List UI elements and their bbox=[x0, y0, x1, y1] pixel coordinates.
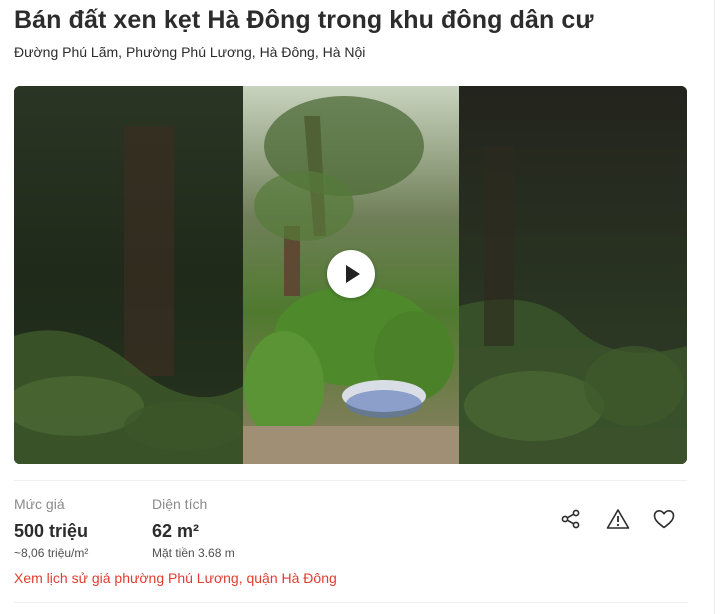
heart-icon bbox=[653, 510, 675, 529]
favorite-button[interactable] bbox=[651, 506, 677, 532]
price-history-link[interactable]: Xem lịch sử giá phường Phú Lương, quận H… bbox=[14, 570, 337, 586]
listing-title: Bán đất xen kẹt Hà Đông trong khu đông d… bbox=[14, 6, 594, 34]
price-label: Mức giá bbox=[14, 496, 65, 512]
area-frontage: Mặt tiền 3.68 m bbox=[152, 546, 235, 560]
divider-bottom bbox=[14, 602, 687, 603]
video-preview[interactable] bbox=[14, 86, 687, 464]
share-button[interactable] bbox=[558, 506, 584, 532]
divider-top bbox=[14, 480, 687, 481]
price-value: 500 triệu bbox=[14, 521, 89, 541]
page-edge bbox=[714, 0, 715, 614]
warning-icon bbox=[606, 509, 630, 529]
listing-address: Đường Phú Lãm, Phường Phú Lương, Hà Đông… bbox=[14, 44, 366, 60]
play-button[interactable] bbox=[327, 250, 375, 298]
report-button[interactable] bbox=[605, 506, 631, 532]
area-value: 62 m² bbox=[152, 521, 200, 541]
share-icon bbox=[561, 509, 580, 529]
play-icon bbox=[346, 265, 360, 283]
area-label: Diện tích bbox=[152, 496, 208, 512]
price-per-m2: ~8,06 triệu/m² bbox=[14, 546, 89, 560]
